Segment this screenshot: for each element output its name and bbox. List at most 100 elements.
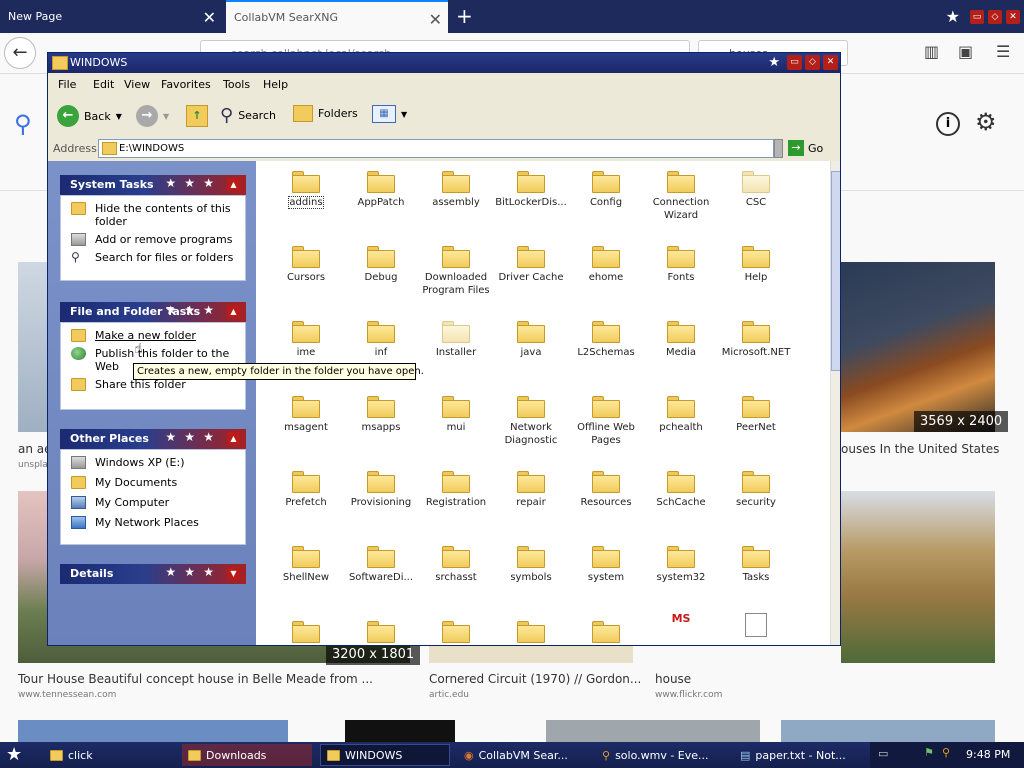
forward-button[interactable]: → ▼	[136, 105, 169, 127]
collapse-chevron-icon[interactable]: ▲	[227, 432, 240, 445]
file-item[interactable]	[716, 613, 796, 637]
menu-file[interactable]: File	[58, 78, 76, 91]
folder-item[interactable]	[266, 619, 346, 645]
search-icon[interactable]: ⚲	[942, 746, 950, 759]
close-button[interactable]: ✕	[1006, 9, 1020, 24]
folder-item[interactable]	[416, 619, 496, 645]
folder-item[interactable]: AppPatch	[341, 169, 421, 209]
folder-item[interactable]: msapps	[341, 394, 421, 434]
result-image[interactable]	[781, 720, 995, 742]
minimize-button[interactable]: ▭	[970, 9, 984, 24]
folder-item[interactable]: Microsoft.NET	[716, 319, 796, 359]
task-hide-contents[interactable]: Hide the contents of this folder	[71, 202, 239, 228]
folder-item[interactable]: PeerNet	[716, 394, 796, 434]
minimize-button[interactable]: ▭	[787, 55, 802, 70]
new-tab-plus-icon[interactable]: +	[456, 4, 473, 28]
back-arrow-icon[interactable]: ←	[4, 37, 36, 69]
result-image[interactable]	[841, 491, 995, 663]
clock[interactable]: 9:48 PM	[966, 748, 1010, 761]
taskbar-button[interactable]: ◉ CollabVM Sear...	[458, 744, 588, 766]
menu-favorites[interactable]: Favorites	[161, 78, 211, 91]
back-button[interactable]: ← Back ▼	[57, 105, 122, 127]
folder-item[interactable]: repair	[491, 469, 571, 509]
folder-item[interactable]: srchasst	[416, 544, 496, 584]
keyboard-icon[interactable]: ▭	[878, 747, 888, 760]
menu-edit[interactable]: Edit	[93, 78, 114, 91]
folder-item[interactable]: symbols	[491, 544, 571, 584]
views-button[interactable]: ▦ ▼	[372, 105, 407, 123]
folders-button[interactable]: Folders	[293, 105, 358, 122]
window-titlebar[interactable]: WINDOWS ★ ▭ ◇ ✕	[48, 53, 840, 73]
folder-item[interactable]: L2Schemas	[566, 319, 646, 359]
task-make-new-folder[interactable]: Make a new folder	[71, 329, 239, 342]
folder-item[interactable]: ehome	[566, 244, 646, 284]
dropdown-arrow-icon[interactable]: ▼	[163, 112, 169, 121]
taskbar-button[interactable]: ⚲ solo.wmv - Eve...	[596, 744, 726, 766]
taskbar-button[interactable]: click	[44, 744, 174, 766]
go-button[interactable]: → Go	[788, 140, 823, 156]
address-field[interactable]: E:\WINDOWS	[98, 139, 774, 158]
folder-item[interactable]: Connection Wizard	[641, 169, 721, 222]
collapse-chevron-icon[interactable]: ▲	[227, 305, 240, 318]
sidebar-icon[interactable]: ▣	[958, 42, 973, 61]
gear-icon[interactable]: ⚙	[975, 108, 997, 136]
result-image[interactable]	[18, 262, 48, 432]
folder-item[interactable]: Provisioning	[341, 469, 421, 509]
menu-help[interactable]: Help	[263, 78, 288, 91]
folder-item[interactable]: Prefetch	[266, 469, 346, 509]
dropdown-arrow-icon[interactable]: ▼	[116, 112, 122, 121]
maximize-button[interactable]: ◇	[805, 55, 820, 70]
up-folder-button[interactable]: ↑	[186, 105, 208, 127]
file-item[interactable]: MS	[641, 613, 721, 625]
folder-item[interactable]: Registration	[416, 469, 496, 509]
menu-hamburger-icon[interactable]: ☰	[996, 42, 1010, 61]
place-my-network-places[interactable]: My Network Places	[71, 516, 239, 529]
close-tab-icon[interactable]: ✕	[203, 8, 216, 27]
task-search-files[interactable]: ⚲ Search for files or folders	[71, 251, 239, 265]
library-icon[interactable]: ▥	[924, 42, 939, 61]
tab-new-page[interactable]: New Page ✕	[0, 0, 222, 33]
folder-item[interactable]: security	[716, 469, 796, 509]
close-tab-icon[interactable]: ✕	[429, 10, 442, 29]
result-title[interactable]: Tour House Beautiful concept house in Be…	[18, 672, 373, 686]
folder-item[interactable]: inf	[341, 319, 421, 359]
search-button[interactable]: ⚲ Search	[220, 105, 276, 126]
folder-item[interactable]: Installer	[416, 319, 496, 359]
folder-item[interactable]: Offline Web Pages	[566, 394, 646, 447]
result-title[interactable]: Cornered Circuit (1970) // Gordon...	[429, 672, 641, 686]
folder-item[interactable]: mui	[416, 394, 496, 434]
panel-header-other-places[interactable]: Other Places ★ ★ ★ ▲	[60, 429, 246, 449]
place-my-documents[interactable]: My Documents	[71, 476, 239, 489]
folder-item[interactable]	[491, 619, 571, 645]
place-my-computer[interactable]: My Computer	[71, 496, 239, 509]
place-windows-xp-drive[interactable]: Windows XP (E:)	[71, 456, 239, 469]
result-image[interactable]	[345, 720, 455, 742]
folder-item[interactable]: Help	[716, 244, 796, 284]
maximize-button[interactable]: ◇	[988, 9, 1002, 24]
folder-item[interactable]: Config	[566, 169, 646, 209]
taskbar-button[interactable]: Downloads	[182, 744, 312, 766]
folder-item[interactable]: Fonts	[641, 244, 721, 284]
taskbar-button[interactable]: ▤ paper.txt - Not...	[734, 744, 864, 766]
panel-header-details[interactable]: Details ★ ★ ★ ▼	[60, 564, 246, 584]
menu-tools[interactable]: Tools	[223, 78, 250, 91]
result-image[interactable]	[546, 720, 760, 742]
folder-item[interactable]	[566, 619, 646, 645]
folder-item[interactable]: ShellNew	[266, 544, 346, 584]
result-image[interactable]	[429, 645, 633, 663]
tab-collabvm-searxng[interactable]: CollabVM SearXNG ✕	[226, 0, 448, 33]
folder-item[interactable]: pchealth	[641, 394, 721, 434]
folder-item[interactable]: addins	[266, 169, 346, 209]
network-icon[interactable]: ⚑	[924, 746, 934, 759]
taskbar-button-active[interactable]: WINDOWS	[320, 744, 450, 766]
folder-item[interactable]: Tasks	[716, 544, 796, 584]
folder-item[interactable]: system	[566, 544, 646, 584]
result-title[interactable]: house	[655, 672, 691, 686]
folder-item[interactable]: java	[491, 319, 571, 359]
folder-item[interactable]	[341, 619, 421, 645]
folder-item[interactable]: BitLockerDis...	[491, 169, 571, 209]
dropdown-arrow-icon[interactable]: ▼	[401, 110, 407, 119]
scrollbar-thumb[interactable]	[831, 171, 840, 371]
folder-item[interactable]: Media	[641, 319, 721, 359]
folder-item[interactable]: Resources	[566, 469, 646, 509]
